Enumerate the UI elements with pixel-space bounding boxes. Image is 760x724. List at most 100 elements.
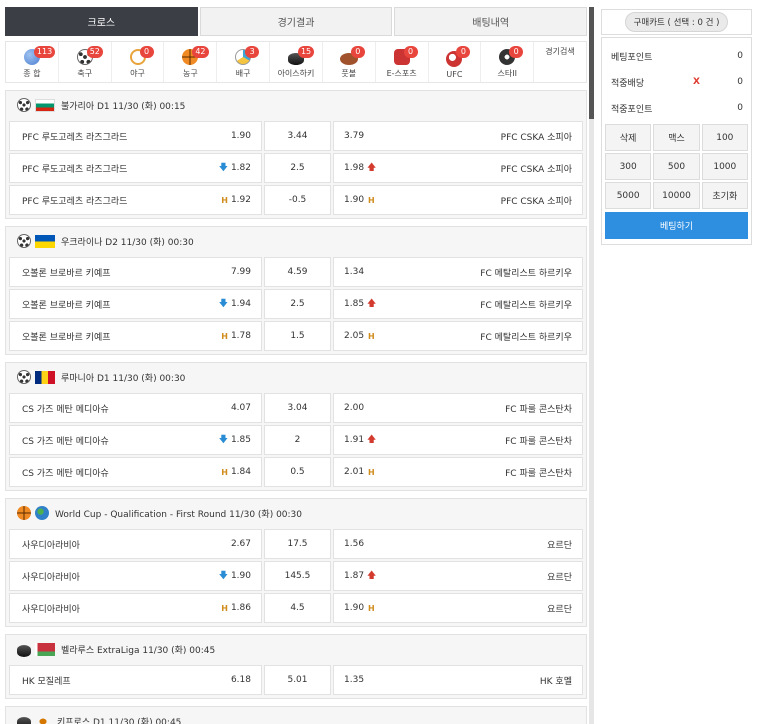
- away-odds-cell[interactable]: 1.98 🡅 PFC CSKA 소피아: [333, 153, 583, 183]
- arrow-down-icon: 🡇: [218, 435, 228, 445]
- away-odds-cell[interactable]: 1.35 HK 호멜: [333, 665, 583, 695]
- home-odds-cell[interactable]: 오볼론 브로바르 키예프 🡇 1.94: [9, 289, 262, 319]
- bet-points-row: 베팅포인트 0: [605, 43, 748, 69]
- home-team-name: CS 가즈 메탄 메디아슈: [22, 404, 109, 415]
- league-header: 불가리아 D1 11/30 (화) 00:15: [9, 91, 583, 119]
- draw-line-cell[interactable]: 3.04: [264, 393, 331, 423]
- away-odds-cell[interactable]: 2.05 H FC 메탈리스트 하르키우: [333, 321, 583, 351]
- home-odds-cell[interactable]: 사우디아라비아 2.67: [9, 529, 262, 559]
- sport-filter-globe[interactable]: 113 종 합: [6, 42, 59, 82]
- home-odds-cell[interactable]: PFC 루도고레츠 라즈그라드 1.90: [9, 121, 262, 151]
- away-odds-value: 1.34: [344, 267, 365, 277]
- sport-filter-volleyball[interactable]: 3 배구: [217, 42, 271, 82]
- away-odds-cell[interactable]: 1.91 🡅 FC 파룰 콘스탄차: [333, 425, 583, 455]
- home-odds-cell[interactable]: 오볼론 브로바르 키예프 H 1.78: [9, 321, 262, 351]
- sport-label: 아이스하키: [277, 69, 315, 78]
- main-tabs: 크로스 경기결과 배팅내역: [5, 7, 587, 36]
- arrow-up-icon: 🡅: [367, 299, 377, 309]
- sport-filter-basketball[interactable]: 42 농구: [164, 42, 218, 82]
- sport-filter-baseball[interactable]: 0 야구: [112, 42, 165, 82]
- home-odds-cell[interactable]: PFC 루도고레츠 라즈그라드 🡇 1.82: [9, 153, 262, 183]
- sport-label: 축구: [77, 69, 93, 78]
- sport-filter-american-football[interactable]: 0 풋볼: [323, 42, 376, 82]
- home-odds-value: 1.82: [230, 163, 251, 173]
- scrollbar-thumb[interactable]: [589, 7, 594, 119]
- place-bet-button[interactable]: 베팅하기: [605, 212, 748, 239]
- away-odds-cell[interactable]: 2.01 H FC 파룰 콘스탄차: [333, 457, 583, 487]
- away-odds-value: 1.98: [344, 163, 365, 173]
- draw-line-cell[interactable]: 145.5: [264, 561, 331, 591]
- away-odds-cell[interactable]: 1.90 H PFC CSKA 소피아: [333, 185, 583, 215]
- arrow-up-icon: 🡅: [367, 435, 377, 445]
- away-odds-cell[interactable]: 1.90 H 요르단: [333, 593, 583, 623]
- home-team-name: PFC 루도고레츠 라즈그라드: [22, 164, 128, 175]
- tab-cross[interactable]: 크로스: [5, 7, 198, 36]
- home-odds: H 1.78: [221, 331, 251, 341]
- amount-10000-button[interactable]: 10000: [653, 182, 700, 209]
- reset-button[interactable]: 초기화: [701, 182, 748, 209]
- amount-5000-button[interactable]: 5000: [605, 182, 652, 209]
- league-header: 우크라이나 D2 11/30 (화) 00:30: [9, 227, 583, 255]
- away-odds-cell[interactable]: 1.85 🡅 FC 메탈리스트 하르키우: [333, 289, 583, 319]
- sport-filter-starcraft[interactable]: 0 스타II: [481, 42, 535, 82]
- draw-line-cell[interactable]: 2.5: [264, 289, 331, 319]
- home-odds-cell[interactable]: 사우디아라비아 🡇 1.90: [9, 561, 262, 591]
- away-odds-cell[interactable]: 2.00 FC 파룰 콘스탄차: [333, 393, 583, 423]
- draw-line-cell[interactable]: 3.44: [264, 121, 331, 151]
- max-button[interactable]: 맥스: [653, 124, 700, 151]
- handicap-icon: H: [368, 467, 375, 477]
- amount-500-button[interactable]: 500: [653, 153, 700, 180]
- home-odds-value: 1.90: [230, 131, 251, 141]
- draw-line-cell[interactable]: 5.01: [264, 665, 331, 695]
- home-odds-cell[interactable]: PFC 루도고레츠 라즈그라드 H 1.92: [9, 185, 262, 215]
- away-odds-cell[interactable]: 1.56 요르단: [333, 529, 583, 559]
- amount-300-button[interactable]: 300: [605, 153, 652, 180]
- home-odds-value: 1.84: [230, 467, 251, 477]
- draw-line-cell[interactable]: 0.5: [264, 457, 331, 487]
- draw-line-value: 2.5: [290, 299, 305, 309]
- draw-line-value: 3.04: [287, 403, 308, 413]
- delete-button[interactable]: 삭제: [605, 124, 652, 151]
- home-odds-value: 6.18: [230, 675, 251, 685]
- match-row: 오볼론 브로바르 키예프 🡇 1.94 2.5 1.85 🡅 FC 메탈리스트 하르키우: [9, 289, 583, 319]
- away-odds: 2.00: [344, 403, 364, 413]
- draw-line-cell[interactable]: 17.5: [264, 529, 331, 559]
- away-odds-cell[interactable]: 3.79 PFC CSKA 소피아: [333, 121, 583, 151]
- amount-100-button[interactable]: 100: [701, 124, 748, 151]
- draw-line-value: 2.5: [290, 163, 305, 173]
- sport-filter-soccer-ball[interactable]: 52 축구: [59, 42, 112, 82]
- draw-line-cell[interactable]: 2: [264, 425, 331, 455]
- draw-line-cell[interactable]: 4.5: [264, 593, 331, 623]
- sport-filter-hockey-puck[interactable]: 15 아이스하키: [270, 42, 323, 82]
- away-team-name: FC 파룰 콘스탄차: [505, 404, 572, 415]
- draw-line-cell[interactable]: 1.5: [264, 321, 331, 351]
- draw-line-value: 4.5: [290, 603, 305, 613]
- home-odds-cell[interactable]: CS 가즈 메탄 메디아슈 4.07: [9, 393, 262, 423]
- home-odds-cell[interactable]: HK 모질레프 6.18: [9, 665, 262, 695]
- tab-results[interactable]: 경기결과: [199, 7, 393, 36]
- tab-bet-history[interactable]: 배팅내역: [394, 7, 587, 36]
- home-team-name: PFC 루도고레츠 라즈그라드: [22, 132, 128, 143]
- home-odds-cell[interactable]: CS 가즈 메탄 메디아슈 🡇 1.85: [9, 425, 262, 455]
- draw-line-value: 0.5: [290, 467, 305, 477]
- draw-line-cell[interactable]: 4.59: [264, 257, 331, 287]
- draw-line-cell[interactable]: 2.5: [264, 153, 331, 183]
- sport-filter-ufc[interactable]: 0 UFC: [429, 42, 482, 82]
- away-team-name: FC 메탈리스트 하르키우: [480, 268, 572, 279]
- amount-1000-button[interactable]: 1000: [701, 153, 748, 180]
- league-section: 벨라루스 ExtraLiga 11/30 (화) 00:45 HK 모질레프 6.1…: [5, 634, 587, 699]
- away-odds-cell[interactable]: 1.34 FC 메탈리스트 하르키우: [333, 257, 583, 287]
- home-odds-cell[interactable]: 사우디아라비아 H 1.86: [9, 593, 262, 623]
- league-list: 불가리아 D1 11/30 (화) 00:15 PFC 루도고레츠 라즈그라드 1.…: [5, 90, 587, 724]
- home-odds-cell[interactable]: CS 가즈 메탄 메디아슈 H 1.84: [9, 457, 262, 487]
- away-odds-value: 2.05: [344, 331, 365, 341]
- away-odds-cell[interactable]: 1.87 🡅 요르단: [333, 561, 583, 591]
- home-odds-cell[interactable]: 오볼론 브로바르 키예프 7.99: [9, 257, 262, 287]
- scrollbar[interactable]: [589, 7, 594, 724]
- home-team-name: 사우디아라비아: [22, 572, 80, 583]
- sport-filter-esports[interactable]: 0 E-스포츠: [376, 42, 429, 82]
- match-search-button[interactable]: 경기검색: [534, 42, 586, 82]
- away-team-name: FC 메탈리스트 하르키우: [480, 300, 572, 311]
- draw-line-cell[interactable]: -0.5: [264, 185, 331, 215]
- handicap-icon: H: [221, 331, 228, 341]
